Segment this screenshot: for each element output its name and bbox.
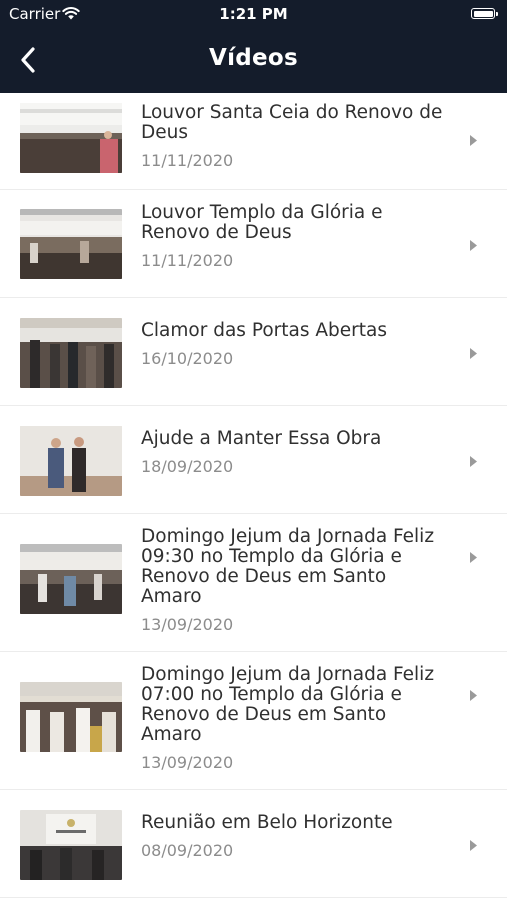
video-thumbnail bbox=[20, 810, 122, 880]
navigation-bar: Carrier 1:21 PM Vídeos bbox=[0, 0, 507, 93]
video-thumbnail bbox=[20, 682, 122, 752]
clock: 1:21 PM bbox=[219, 5, 288, 23]
chevron-right-icon bbox=[470, 552, 477, 563]
page-title: Vídeos bbox=[208, 45, 299, 71]
video-list-item[interactable]: Ajude a Manter Essa Obra 18/09/2020 bbox=[0, 406, 507, 514]
video-title: Clamor das Portas Abertas bbox=[141, 320, 387, 341]
video-date: 13/09/2020 bbox=[141, 615, 234, 634]
video-list-item[interactable]: Domingo Jejum da Jornada Feliz 09:30 no … bbox=[0, 514, 507, 652]
chevron-right-icon bbox=[470, 135, 477, 146]
video-title: Louvor Santa Ceia do Renovo de Deus bbox=[141, 102, 443, 143]
video-list-item[interactable]: Louvor Templo da Glória e Renovo de Deus… bbox=[0, 190, 507, 298]
video-date: 11/11/2020 bbox=[141, 251, 234, 270]
chevron-right-icon bbox=[470, 690, 477, 701]
battery-icon bbox=[471, 8, 498, 19]
video-thumbnail bbox=[20, 209, 122, 279]
video-title: Ajude a Manter Essa Obra bbox=[141, 428, 382, 449]
video-title: Louvor Templo da Glória e Renovo de Deus bbox=[141, 202, 383, 243]
video-list-item[interactable]: Reunião em Belo Horizonte 08/09/2020 bbox=[0, 790, 507, 898]
video-list[interactable]: Louvor Santa Ceia do Renovo de Deus 11/1… bbox=[0, 93, 507, 900]
video-title: Reunião em Belo Horizonte bbox=[141, 812, 393, 833]
video-thumbnail bbox=[20, 103, 122, 173]
video-thumbnail bbox=[20, 544, 122, 614]
video-title: Domingo Jejum da Jornada Feliz 07:00 no … bbox=[141, 664, 435, 745]
video-list-item[interactable]: Domingo Jejum da Jornada Feliz 07:00 no … bbox=[0, 652, 507, 790]
chevron-right-icon bbox=[470, 456, 477, 467]
video-list-item[interactable]: Clamor das Portas Abertas 16/10/2020 bbox=[0, 298, 507, 406]
video-thumbnail bbox=[20, 318, 122, 388]
video-date: 08/09/2020 bbox=[141, 841, 234, 860]
chevron-right-icon bbox=[470, 840, 477, 851]
video-date: 13/09/2020 bbox=[141, 753, 234, 772]
chevron-right-icon bbox=[470, 240, 477, 251]
video-thumbnail bbox=[20, 426, 122, 496]
video-date: 11/11/2020 bbox=[141, 151, 234, 170]
video-list-item[interactable]: Louvor Santa Ceia do Renovo de Deus 11/1… bbox=[0, 93, 507, 190]
video-title: Domingo Jejum da Jornada Feliz 09:30 no … bbox=[141, 526, 435, 607]
status-bar: Carrier 1:21 PM bbox=[0, 0, 507, 28]
video-date: 18/09/2020 bbox=[141, 457, 234, 476]
video-date: 16/10/2020 bbox=[141, 349, 234, 368]
chevron-right-icon bbox=[470, 348, 477, 359]
